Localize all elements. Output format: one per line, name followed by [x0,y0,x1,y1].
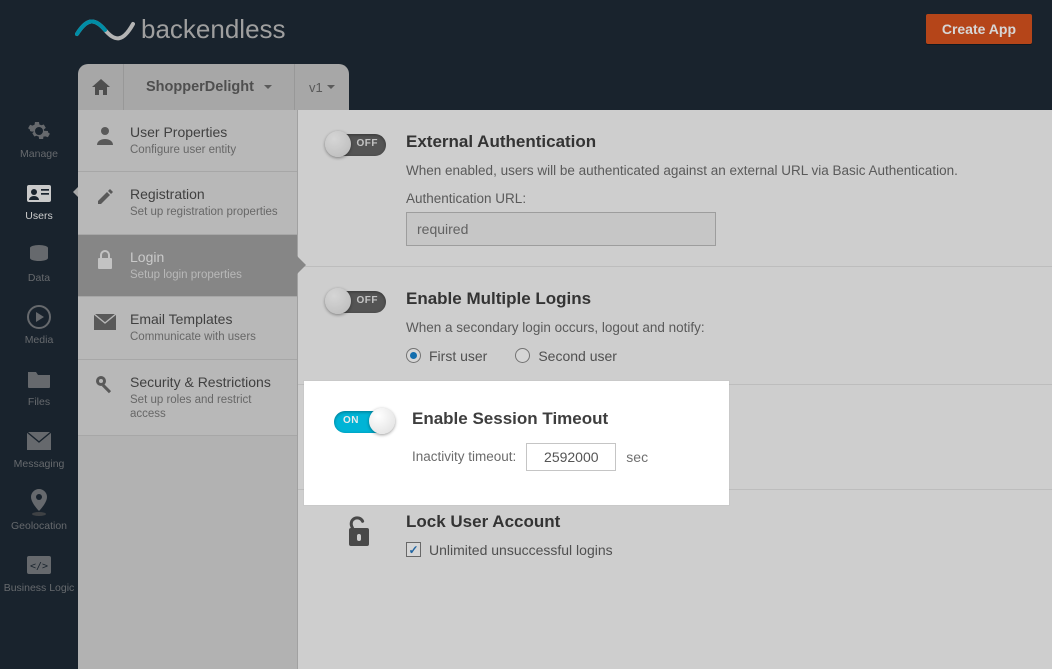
section-title: Enable Multiple Logins [406,289,1022,309]
rail-files[interactable]: Files [0,364,78,410]
app-home-button[interactable] [78,64,124,110]
toggle-multiple-logins[interactable]: OFF [328,291,386,313]
pin-icon [26,490,52,516]
toggle-external-auth[interactable]: OFF [328,134,386,156]
swoosh-icon [75,16,135,42]
app-selector[interactable]: ShopperDelight [124,64,295,110]
toggle-label: OFF [357,138,379,149]
folder-icon [26,366,52,392]
person-icon [94,124,116,146]
radio-second-user[interactable]: Second user [515,348,617,364]
submenu-column: User Properties Configure user entity Reg… [78,110,298,669]
svg-text:</>: </> [30,561,48,572]
rail-label: Business Logic [4,582,75,594]
radio-label: First user [429,348,487,364]
toggle-knob [369,408,395,434]
unlimited-logins-checkbox[interactable]: ✓ [406,542,421,557]
key-icon [94,374,116,396]
auth-url-input[interactable] [406,212,716,246]
logo-text-2: endless [196,14,286,44]
spotlight-session-timeout: ON Enable Session Timeout Inactivity tim… [304,381,729,505]
checkbox-label: Unlimited unsuccessful logins [429,542,613,558]
rail-label: Media [25,334,54,346]
section-desc: When a secondary login occurs, logout an… [406,319,1022,338]
rail-label: Users [25,210,52,222]
submenu-desc: Configure user entity [130,143,236,157]
submenu-desc: Communicate with users [130,330,256,344]
chevron-down-icon [264,85,272,89]
app-bar: ShopperDelight v1 [78,64,349,110]
submenu-login[interactable]: Login Setup login properties [78,235,297,297]
submenu-email-templates[interactable]: Email Templates Communicate with users [78,297,297,359]
radio-dot-icon [515,348,530,363]
radio-dot-icon [406,348,421,363]
chevron-down-icon [327,85,335,89]
toggle-label: OFF [357,295,379,306]
submenu-title: Registration [130,186,278,202]
rail-label: Geolocation [11,520,67,532]
toggle-session-timeout[interactable]: ON [334,411,392,433]
submenu-title: Security & Restrictions [130,374,281,390]
rail-label: Manage [20,148,58,160]
logo: backendless [75,14,286,45]
envelope-icon [94,311,116,333]
submenu-desc: Setup login properties [130,268,242,282]
rail-users[interactable]: Users [0,178,78,224]
media-icon [26,304,52,330]
toggle-knob [325,288,351,314]
submenu-registration[interactable]: Registration Set up registration properti… [78,172,297,234]
submenu-desc: Set up roles and restrict access [130,393,281,422]
rail-label: Messaging [14,458,65,470]
toggle-label: ON [343,415,359,426]
rail-label: Data [28,272,50,284]
gear-icon [26,118,52,144]
logo-text-1: back [141,14,196,44]
database-icon [26,242,52,268]
section-title: Enable Session Timeout [412,409,699,429]
toggle-knob [325,131,351,157]
submenu-user-properties[interactable]: User Properties Configure user entity [78,110,297,172]
code-icon: </> [26,552,52,578]
section-title: Lock User Account [406,512,1022,532]
pencil-icon [94,186,116,208]
section-desc: When enabled, users will be authenticate… [406,162,1022,181]
top-header: backendless Create App [0,0,1052,58]
lock-icon [94,249,116,271]
nav-rail: Manage Users Data Media Files Messaging … [0,116,78,596]
rail-geolocation[interactable]: Geolocation [0,488,78,534]
rail-manage[interactable]: Manage [0,116,78,162]
submenu-title: Email Templates [130,311,256,327]
envelope-icon [26,428,52,454]
home-icon [92,79,110,95]
create-app-button[interactable]: Create App [926,14,1032,44]
radio-label: Second user [538,348,617,364]
submenu-title: Login [130,249,242,265]
submenu-title: User Properties [130,124,236,140]
section-external-auth: OFF External Authentication When enabled… [298,110,1052,267]
inactivity-timeout-input[interactable] [526,443,616,471]
version-label: v1 [309,80,323,95]
app-name-label: ShopperDelight [146,79,254,95]
section-title: External Authentication [406,132,1022,152]
radio-first-user[interactable]: First user [406,348,487,364]
submenu-desc: Set up registration properties [130,205,278,219]
id-card-icon [26,180,52,206]
unlocked-icon [339,512,377,555]
timeout-unit: sec [626,449,648,465]
rail-messaging[interactable]: Messaging [0,426,78,472]
inactivity-timeout-label: Inactivity timeout: [412,449,516,464]
rail-data[interactable]: Data [0,240,78,286]
version-selector[interactable]: v1 [295,64,349,110]
submenu-security[interactable]: Security & Restrictions Set up roles and … [78,360,297,437]
rail-label: Files [28,396,50,408]
rail-business-logic[interactable]: </> Business Logic [0,550,78,596]
section-multiple-logins: OFF Enable Multiple Logins When a second… [298,267,1052,385]
auth-url-label: Authentication URL: [406,191,1022,206]
rail-media[interactable]: Media [0,302,78,348]
